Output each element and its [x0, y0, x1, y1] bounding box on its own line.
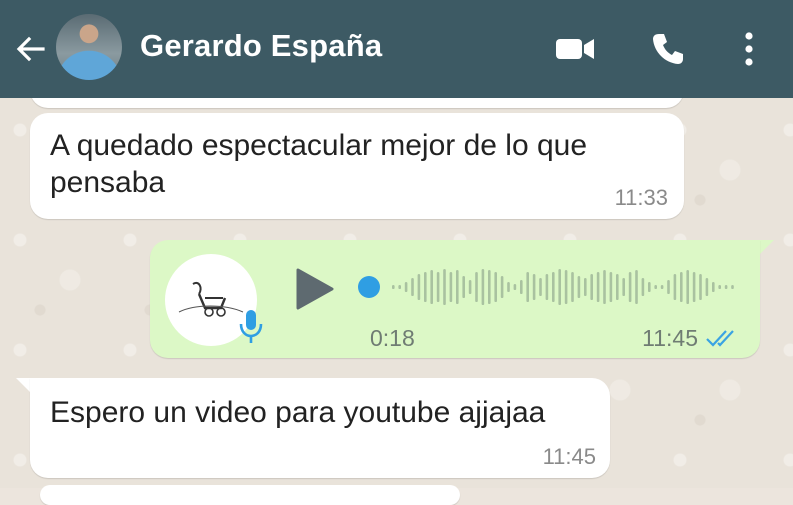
waveform-bar	[545, 274, 549, 300]
waveform-bar	[654, 285, 657, 289]
message-text: A quedado espectacular mejor de lo que p…	[50, 129, 588, 199]
bubble-tail	[758, 240, 774, 256]
waveform-bar	[571, 272, 574, 302]
waveform-bar	[449, 272, 453, 302]
next-message-bubble	[40, 485, 460, 505]
message-text: Espero un video para youtube ajjajaa	[50, 396, 546, 429]
waveform-bar	[641, 278, 645, 296]
more-options-button[interactable]	[726, 26, 772, 72]
waveform-bar	[731, 285, 734, 289]
back-arrow-icon	[16, 36, 45, 62]
waveform-bar	[622, 278, 625, 296]
chat-header: Gerardo España	[0, 0, 793, 98]
waveform-bar	[564, 270, 568, 304]
waveform-bar	[436, 272, 440, 302]
waveform-bar	[462, 276, 465, 298]
play-button[interactable]	[292, 266, 338, 312]
video-call-icon	[556, 39, 594, 59]
waveform-bar	[609, 272, 613, 302]
waveform-bar	[699, 274, 702, 300]
waveform-bar	[430, 270, 433, 304]
waveform-bar	[417, 274, 421, 300]
waveform-bar	[468, 280, 472, 294]
waveform-bar	[494, 272, 497, 302]
waveform-bar	[692, 272, 696, 302]
waveform-bar	[488, 270, 491, 304]
waveform-bar	[558, 269, 561, 305]
audio-waveform[interactable]	[378, 262, 738, 312]
waveform-bar	[577, 276, 581, 298]
waveform-bar	[481, 269, 485, 305]
waveform-bar	[718, 285, 721, 289]
double-check-icon	[706, 330, 734, 347]
waveform-bar	[628, 272, 632, 302]
waveform-bar	[532, 274, 536, 300]
incoming-message[interactable]: A quedado espectacular mejor de lo que p…	[30, 113, 684, 219]
video-call-button[interactable]	[552, 26, 598, 72]
phone-icon	[653, 34, 683, 64]
waveform-bar	[500, 276, 504, 298]
back-button[interactable]	[10, 29, 50, 69]
waveform-bar	[456, 270, 459, 304]
message-time: 11:33	[614, 185, 668, 210]
waveform-bar	[712, 282, 715, 292]
waveform-bar	[552, 272, 555, 302]
waveform-bar	[590, 274, 593, 300]
message-time: 11:45	[642, 325, 698, 351]
incoming-message[interactable]: Espero un video para youtube ajjajaa 11:…	[30, 378, 610, 478]
waveform-bar	[520, 280, 523, 294]
waveform-bar	[584, 278, 587, 296]
waveform-bar	[660, 285, 664, 289]
waveform-bar	[404, 282, 408, 292]
seek-handle[interactable]	[358, 276, 380, 298]
waveform-bar	[539, 278, 542, 296]
waveform-bar	[424, 272, 427, 302]
waveform-bar	[648, 282, 651, 292]
waveform-bar	[705, 278, 709, 296]
waveform-bar	[673, 274, 677, 300]
waveform-bar	[596, 272, 600, 302]
waveform-bar	[513, 284, 517, 290]
waveform-bar	[616, 274, 619, 300]
waveform-bar	[667, 280, 670, 294]
waveform-bar	[680, 272, 683, 302]
waveform-bar	[398, 285, 401, 289]
waveform-bar	[724, 285, 728, 289]
waveform-bar	[603, 270, 606, 304]
waveform-bar	[392, 285, 395, 289]
waveform-bar	[507, 282, 510, 292]
message-time: 11:45	[542, 444, 596, 469]
voice-call-button[interactable]	[645, 26, 691, 72]
more-options-icon	[745, 32, 753, 66]
waveform-bar	[686, 270, 689, 304]
contact-name[interactable]: Gerardo España	[140, 28, 382, 64]
voice-duration: 0:18	[370, 325, 415, 351]
waveform-bar	[635, 270, 638, 304]
voice-message[interactable]: 0:18 11:45	[150, 240, 760, 358]
waveform-bar	[443, 269, 446, 305]
microphone-icon	[239, 310, 263, 343]
contact-avatar[interactable]	[56, 14, 122, 80]
waveform-bar	[475, 272, 478, 302]
waveform-bar	[411, 278, 414, 296]
waveform-bar	[526, 272, 529, 302]
